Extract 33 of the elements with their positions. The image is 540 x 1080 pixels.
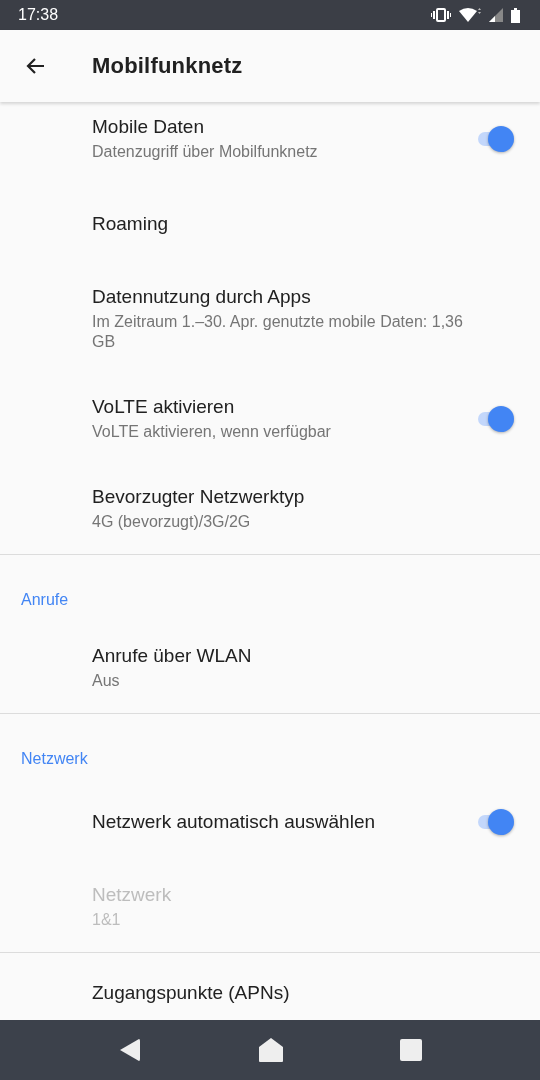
- signal-icon: [489, 8, 503, 22]
- item-title: Zugangspunkte (APNs): [92, 982, 291, 1004]
- settings-item[interactable]: Bevorzugter Netzwerktyp 4G (bevorzugt)/3G/2G: [0, 464, 540, 554]
- section-header: Anrufe: [20, 590, 70, 610]
- battery-icon: [511, 7, 520, 23]
- settings-item[interactable]: Datennutzung durch Apps Im Zeitraum 1.–30. Apr. genutzte mobile Daten: 1,36 GB: [0, 264, 540, 374]
- item-summary: Datenzugriff über Mobilfunknetz: [92, 142, 319, 162]
- item-title: Netzwerk: [92, 884, 173, 906]
- screen-title: Mobilfunknetz: [92, 53, 243, 79]
- settings-item[interactable]: Netzwerk automatisch auswählen: [0, 782, 540, 862]
- item-title: VoLTE aktivieren: [92, 396, 236, 418]
- item-summary: Aus: [92, 671, 121, 691]
- clock: 17:38: [18, 6, 59, 24]
- item-title: Roaming: [92, 213, 170, 235]
- item-title: Anrufe über WLAN: [92, 645, 253, 667]
- item-summary: 4G (bevorzugt)/3G/2G: [92, 512, 252, 532]
- settings-item[interactable]: VoLTE aktivieren VoLTE aktivieren, wenn verfügbar: [0, 374, 540, 464]
- item-summary: Im Zeitraum 1.–30. Apr. genutzte mobile Daten: 1,36 GB: [92, 312, 464, 352]
- item-title: Netzwerk automatisch auswählen: [92, 811, 377, 833]
- item-title: Bevorzugter Netzwerktyp: [92, 486, 306, 508]
- item-title: Datennutzung durch Apps: [92, 286, 312, 308]
- item-title: Mobile Daten: [92, 116, 205, 138]
- vibrate-icon: [431, 8, 451, 22]
- settings-item[interactable]: Roaming: [0, 184, 540, 264]
- wifi-icon: [459, 8, 481, 22]
- section-header: Netzwerk: [20, 749, 89, 769]
- home-icon[interactable]: [258, 1037, 284, 1063]
- settings-item[interactable]: Zugangspunkte (APNs): [0, 953, 540, 1020]
- item-summary: VoLTE aktivieren, wenn verfügbar: [92, 422, 332, 442]
- item-summary: 1&1: [92, 910, 122, 930]
- settings-item[interactable]: Mobile Daten Datenzugriff über Mobilfunknetz: [0, 102, 540, 184]
- settings-item[interactable]: Anrufe über WLAN Aus: [0, 623, 540, 713]
- back-icon[interactable]: [118, 1037, 142, 1063]
